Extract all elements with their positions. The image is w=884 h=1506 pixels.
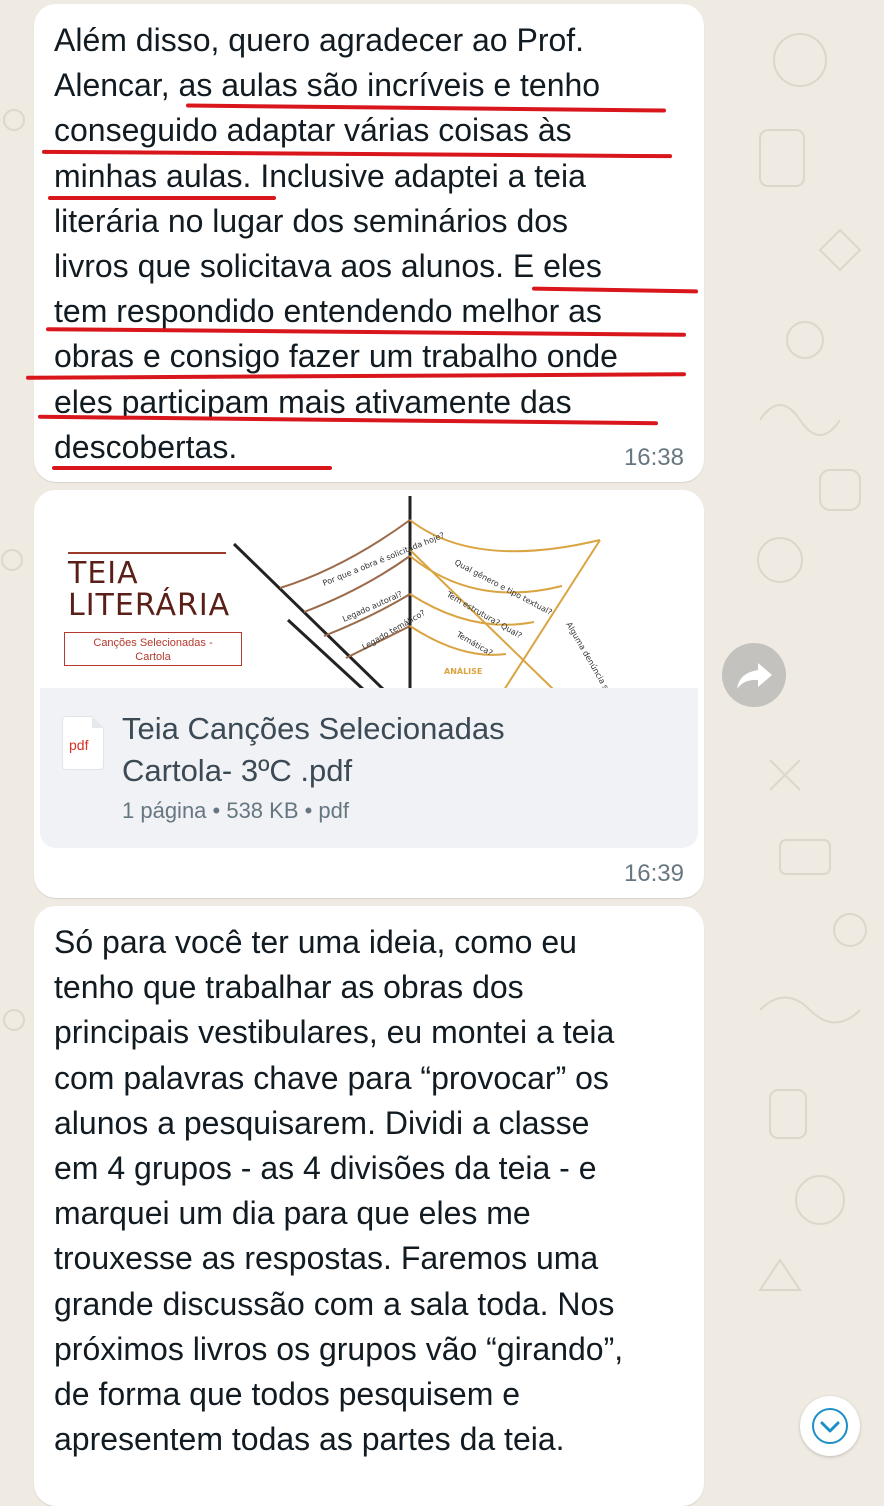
document-card[interactable]: pdf Teia Canções Selecionadas Cartola- 3… [40,688,698,848]
underline-annotation [48,196,276,200]
message-time: 16:39 [623,860,684,887]
logo-rule [68,552,226,554]
web-label: Legado autoral? [341,589,403,623]
spider-web-graphic: Por que a obra é solicitada hoje? Legado… [232,496,635,691]
scroll-to-bottom-button[interactable] [800,1396,860,1456]
underline-annotation [52,466,332,470]
document-meta: 1 página • 538 KB • pdf [122,798,350,823]
message-text: Além disso, quero agradecer ao Prof. Ale… [54,22,618,465]
document-preview[interactable]: TEIA LITERÁRIA Canções Selecionadas - Ca… [34,490,704,690]
document-title: Teia Canções Selecionadas Cartola- 3ºC .… [122,711,505,788]
forward-button[interactable] [722,643,786,707]
chevron-down-icon [820,1421,840,1433]
pdf-icon-label: pdf [69,737,89,753]
logo-text-literaria: LITERÁRIA [68,588,231,623]
message-text: Só para você ter uma ideia, como eu tenh… [54,924,624,1458]
pdf-file-icon: pdf [62,716,104,770]
forward-arrow-icon [737,663,772,689]
web-label: Tem estrutura? Qual? [444,589,523,640]
web-label: Alguma denúncia sociopolítica? [564,621,635,691]
logo-text-teia: TEIA [68,556,139,591]
message-bubble-3[interactable]: Só para você ter uma ideia, como eu tenh… [34,906,704,1506]
logo-caption: Canções Selecionadas - Cartola [64,632,242,666]
message-bubble-2[interactable]: TEIA LITERÁRIA Canções Selecionadas - Ca… [34,490,704,898]
message-time: 16:38 [623,444,684,471]
web-label: ANÁLISE [444,665,482,676]
message-bubble-1[interactable]: Além disso, quero agradecer ao Prof. Ale… [25,4,704,482]
